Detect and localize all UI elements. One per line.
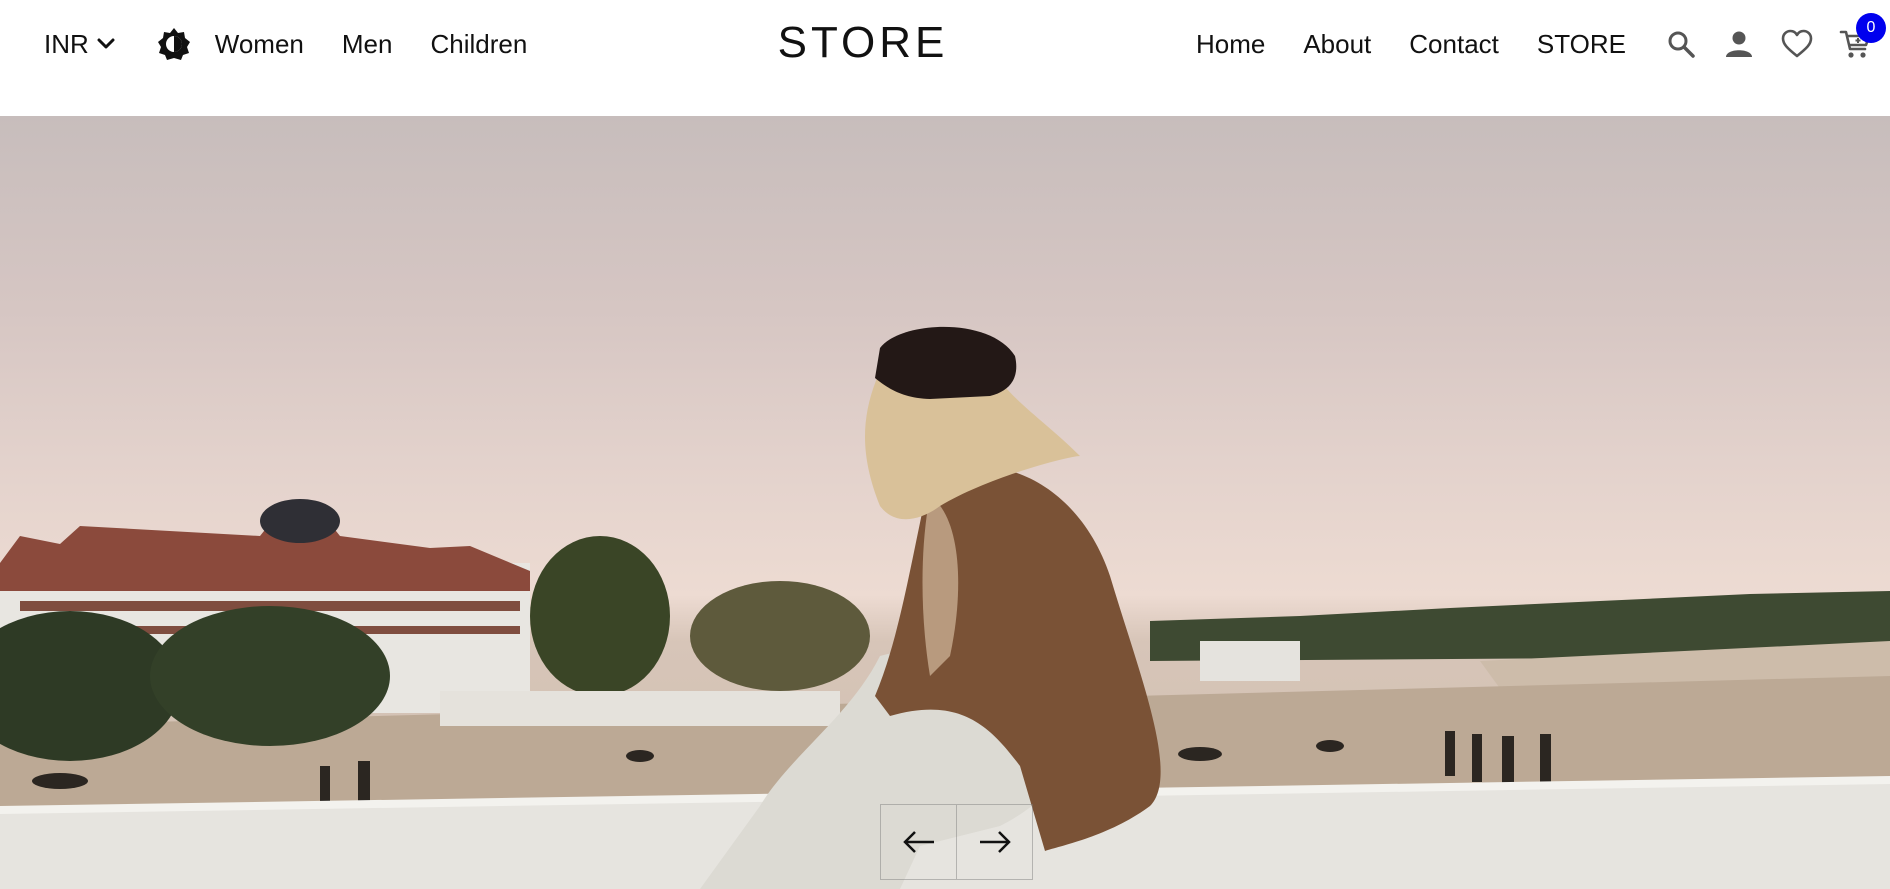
hero-banner (0, 116, 1890, 889)
nav-link-store[interactable]: STORE (1537, 29, 1626, 60)
heart-icon[interactable] (1780, 27, 1814, 61)
nav-link-about[interactable]: About (1303, 29, 1371, 60)
cart-count-badge: 0 (1856, 13, 1886, 43)
search-icon[interactable] (1664, 27, 1698, 61)
cart-icon[interactable]: 0 (1838, 13, 1886, 61)
nav-right: Home About Contact STORE 0 (1158, 13, 1886, 66)
user-icon[interactable] (1722, 27, 1756, 61)
nav-link-contact[interactable]: Contact (1409, 29, 1499, 60)
slider-prev-button[interactable] (880, 804, 957, 880)
site-header: INR Women Men Children STORE Home About … (0, 0, 1890, 116)
arrow-left-icon (902, 831, 934, 853)
nav-link-home[interactable]: Home (1196, 29, 1265, 60)
arrow-right-icon (979, 831, 1011, 853)
slider-controls (880, 804, 1033, 880)
slider-next-button[interactable] (957, 804, 1033, 880)
hero-image (0, 326, 1890, 889)
